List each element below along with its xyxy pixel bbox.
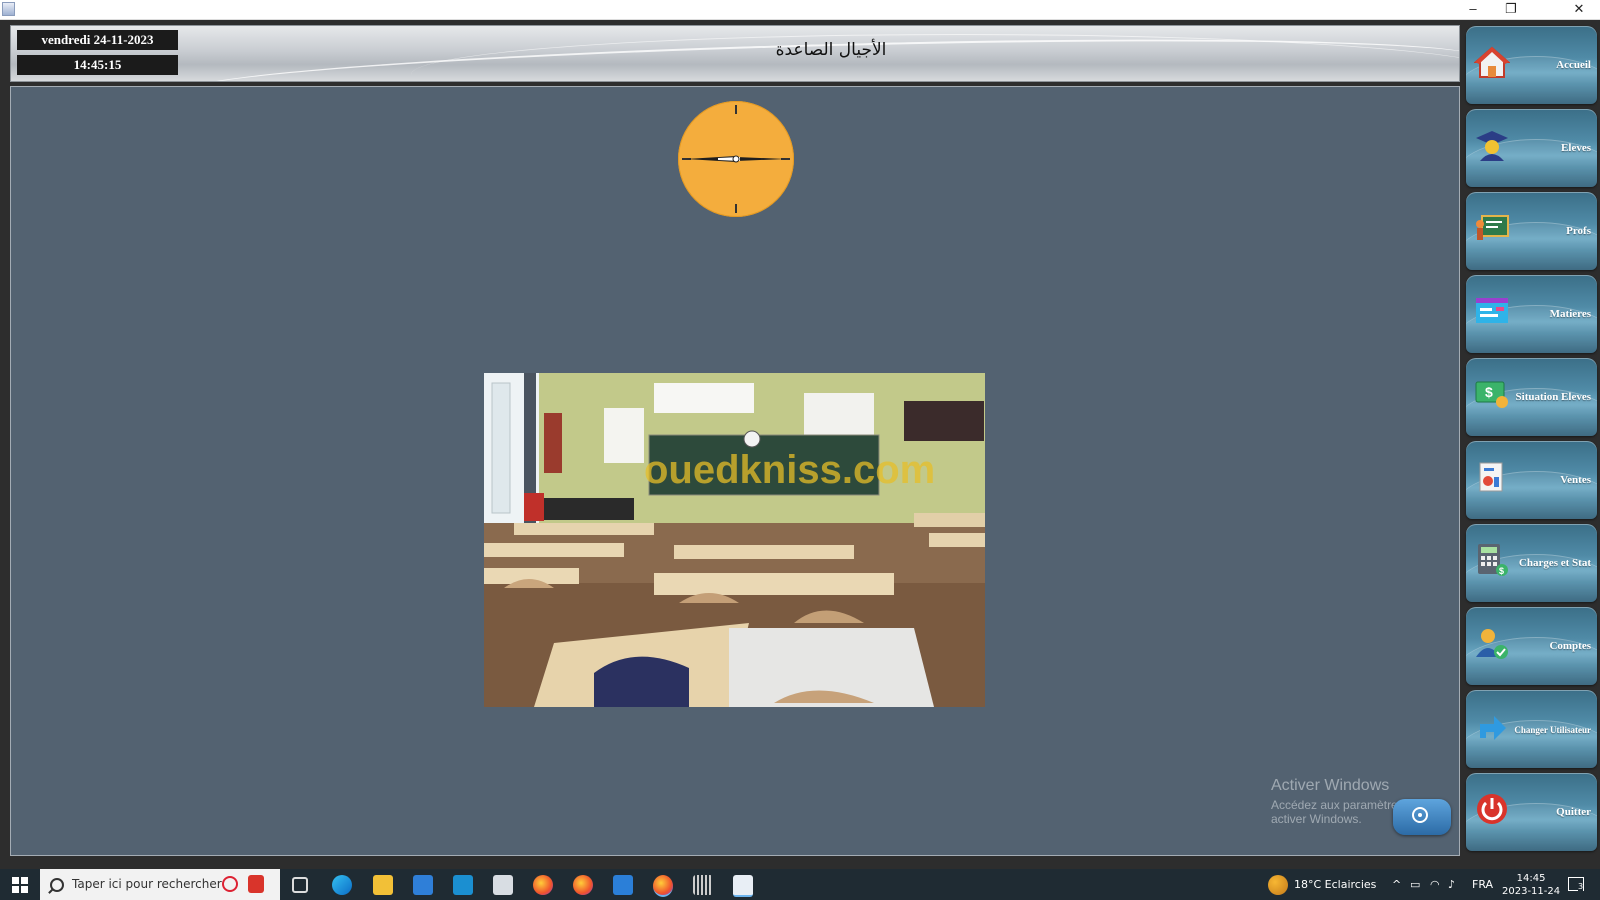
sidebar-item-label: Profs xyxy=(1566,225,1591,237)
school-title: الأجيال الصاعدة xyxy=(775,40,887,60)
sidebar-item-changer-utilisateur[interactable]: Changer Utilisateur xyxy=(1466,690,1597,768)
svg-text:$: $ xyxy=(1499,566,1504,576)
firefox-icon[interactable] xyxy=(653,875,673,897)
wifi-icon[interactable]: ◠ xyxy=(1430,869,1440,900)
sidebar-item-label: Comptes xyxy=(1549,640,1591,652)
teacher-board-icon xyxy=(1476,215,1509,240)
user-check-icon xyxy=(1476,629,1508,659)
classroom-image: ouedkniss.com xyxy=(484,373,985,707)
date-display: vendredi 24-11-2023 xyxy=(17,30,178,50)
firefox-icon[interactable] xyxy=(533,875,553,895)
subjects-icon xyxy=(1476,298,1508,323)
sidebar-nav: Accueil Eleves Profs Matieres $ Situatio… xyxy=(1466,26,1598,856)
sidebar-item-ventes[interactable]: Ventes xyxy=(1466,441,1597,519)
sidebar-item-label: Charges et Stat xyxy=(1518,557,1591,569)
analog-clock xyxy=(678,101,794,217)
taskbar-date: 2023-11-24 xyxy=(1502,886,1561,897)
search-icon xyxy=(50,878,64,892)
taskbar-time: 14:45 xyxy=(1516,873,1546,884)
restore-button[interactable]: ❐ xyxy=(1492,0,1530,19)
sidebar-item-label: Accueil xyxy=(1556,59,1591,71)
sidebar-item-accueil[interactable]: Accueil xyxy=(1466,26,1597,104)
sidebar-item-label: Matieres xyxy=(1549,308,1591,320)
volume-icon[interactable]: ♪ xyxy=(1448,869,1455,900)
sidebar-item-matieres[interactable]: Matieres xyxy=(1466,275,1597,353)
task-view-icon[interactable] xyxy=(292,877,308,893)
taskbar-search-box[interactable]: Taper ici pour rechercher xyxy=(40,869,280,900)
sidebar-item-label: Quitter xyxy=(1556,806,1591,818)
calculator-app-icon[interactable] xyxy=(693,875,713,895)
sidebar-item-label: Eleves xyxy=(1561,142,1591,154)
graduate-icon xyxy=(1476,131,1508,161)
calculator-icon: $ xyxy=(1478,544,1508,576)
file-explorer-icon[interactable] xyxy=(373,875,393,895)
floating-action-button[interactable] xyxy=(1393,799,1451,835)
language-indicator[interactable]: FRA xyxy=(1472,869,1493,900)
app-frame: vendredi 24-11-2023 14:45:15 الأجيال الص… xyxy=(0,20,1600,869)
search-placeholder: Taper ici pour rechercher xyxy=(72,877,222,891)
sidebar-item-label: Ventes xyxy=(1560,474,1591,486)
mail-icon[interactable] xyxy=(613,875,633,895)
money-icon: $ xyxy=(1475,381,1508,408)
alarm-icon[interactable] xyxy=(222,876,238,892)
notification-count: 3 xyxy=(1578,882,1584,891)
device-icon[interactable]: ▭ xyxy=(1410,869,1420,900)
firefox-icon[interactable] xyxy=(573,875,593,895)
time-display: 14:45:15 xyxy=(17,55,178,75)
photo-watermark: ouedkniss.com xyxy=(644,448,935,492)
sidebar-item-profs[interactable]: Profs xyxy=(1466,192,1597,270)
windows-taskbar: Taper ici pour rechercher 18°C Eclaircie… xyxy=(0,869,1600,900)
minimize-button[interactable]: – xyxy=(1454,0,1492,19)
notification-icon[interactable]: 3 xyxy=(1568,877,1584,891)
windows-start-icon[interactable] xyxy=(12,877,28,893)
taskbar-clock[interactable]: 14:45 2023-11-24 xyxy=(1502,872,1560,898)
sidebar-item-eleves[interactable]: Eleves xyxy=(1466,109,1597,187)
switch-user-icon xyxy=(1480,716,1506,740)
activation-title: Activer Windows xyxy=(1271,777,1390,794)
sales-icon xyxy=(1479,462,1503,492)
chevron-up-icon[interactable]: ^ xyxy=(1392,869,1401,900)
sidebar-item-label: Changer Utilisateur xyxy=(1514,725,1591,735)
weather-icon[interactable] xyxy=(1268,875,1288,895)
power-icon xyxy=(1477,794,1507,824)
home-icon xyxy=(1474,46,1510,78)
weather-text[interactable]: 18°C Eclaircies xyxy=(1294,869,1376,900)
close-button[interactable]: ✕ xyxy=(1560,0,1598,19)
notepad-icon[interactable] xyxy=(493,875,513,895)
store-icon[interactable] xyxy=(413,875,433,895)
target-icon xyxy=(1412,807,1428,823)
clock-hands-icon xyxy=(686,155,786,163)
outlook-icon[interactable] xyxy=(453,875,473,895)
header-banner: vendredi 24-11-2023 14:45:15 الأجيال الص… xyxy=(10,25,1460,82)
java-app-icon[interactable] xyxy=(733,875,753,897)
sidebar-item-comptes[interactable]: Comptes xyxy=(1466,607,1597,685)
classroom-photo: ouedkniss.com xyxy=(484,373,985,707)
svg-text:$: $ xyxy=(1485,384,1493,400)
sidebar-item-label: Situation Eleves xyxy=(1515,391,1591,403)
sidebar-item-charges-et-stat[interactable]: $ Charges et Stat xyxy=(1466,524,1597,602)
main-panel: ouedkniss.com Activer Windows Accédez au… xyxy=(10,86,1460,856)
java-app-icon xyxy=(2,2,15,16)
window-titlebar: – ❐ ✕ xyxy=(0,0,1600,20)
sidebar-item-quitter[interactable]: Quitter xyxy=(1466,773,1597,851)
sidebar-item-situation-eleves[interactable]: $ Situation Eleves xyxy=(1466,358,1597,436)
edge-icon[interactable] xyxy=(332,875,352,895)
gift-icon[interactable] xyxy=(248,875,264,893)
